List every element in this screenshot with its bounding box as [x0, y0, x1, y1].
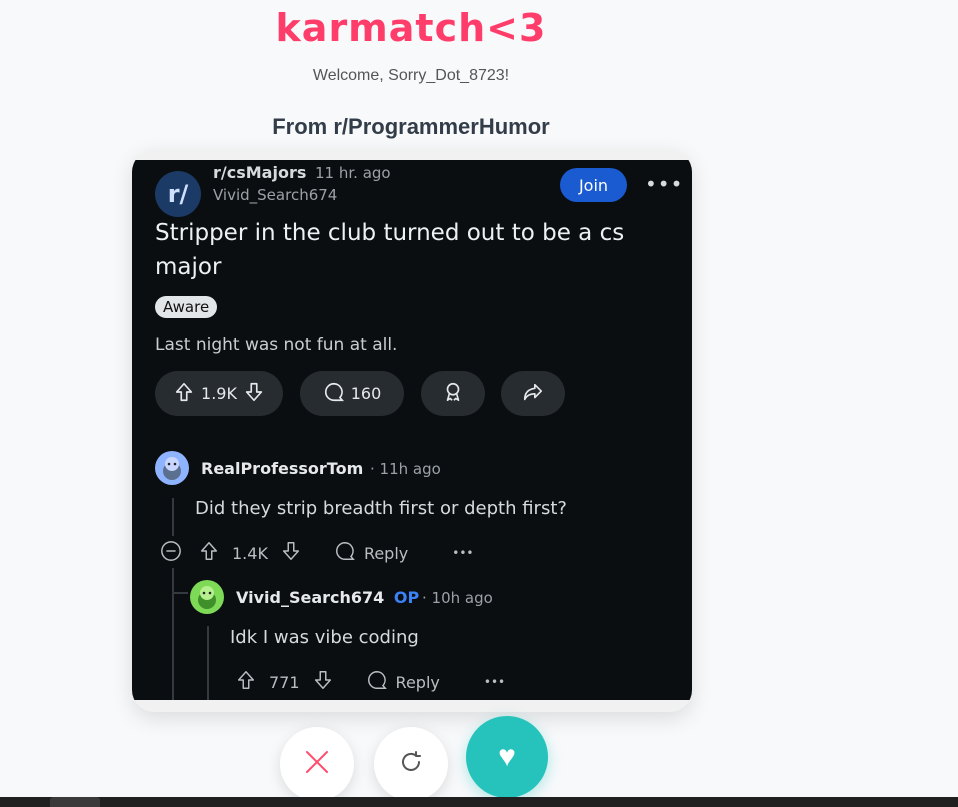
comment-more-icon[interactable]: ••• [452, 546, 473, 560]
app-title: karmatch<3 [275, 6, 547, 50]
reply-text: Idk I was vibe coding [230, 627, 419, 648]
taskbar [0, 797, 958, 807]
reply-button[interactable]: Reply [396, 673, 440, 692]
post-flair: Aware [155, 296, 218, 318]
reply-button[interactable]: Reply [364, 544, 408, 563]
op-badge: OP [393, 588, 420, 607]
vote-bar: 1.9K [155, 371, 283, 416]
downvote-icon[interactable] [312, 669, 334, 695]
more-options-icon[interactable]: ••• [645, 172, 683, 196]
taskbar-item[interactable] [50, 797, 100, 807]
upvote-icon[interactable] [198, 540, 220, 566]
post-body: Last night was not fun at all. [155, 335, 398, 355]
upvote-icon[interactable] [173, 381, 195, 407]
like-button[interactable]: ♥ [466, 716, 548, 798]
reply-time: · 10h ago [422, 589, 493, 607]
thread-connector [172, 592, 188, 594]
thread-line [172, 498, 174, 536]
source-subreddit: From r/ProgrammerHumor [272, 114, 550, 139]
award-button[interactable] [421, 371, 485, 416]
join-button[interactable]: Join [560, 168, 627, 202]
share-button[interactable] [501, 371, 565, 416]
reply-vote-count: 771 [269, 672, 300, 692]
commenter-avatar[interactable] [190, 580, 224, 614]
thread-line [172, 568, 174, 700]
commenter-avatar[interactable] [155, 451, 189, 485]
refresh-button[interactable] [374, 727, 448, 801]
comment-vote-count: 1.4K [232, 543, 268, 563]
reject-button[interactable] [280, 727, 354, 801]
upvote-icon[interactable] [235, 669, 257, 695]
reply-more-icon[interactable]: ••• [484, 675, 505, 689]
subreddit-name[interactable]: r/csMajors [213, 163, 306, 182]
comments-button[interactable]: 160 [300, 371, 404, 416]
post-author[interactable]: Vivid_Search674 [213, 186, 337, 204]
vote-count: 1.9K [201, 384, 237, 403]
reply-author-name[interactable]: Vivid_Search674 [236, 588, 384, 607]
comment-text: Did they strip breadth first or depth fi… [195, 498, 567, 519]
post-screenshot: r/ r/csMajors 11 hr. ago Vivid_Search674… [132, 160, 692, 700]
reply-icon[interactable] [366, 669, 388, 695]
comment-author[interactable]: RealProfessorTom [201, 459, 363, 478]
post-time: 11 hr. ago [315, 164, 391, 182]
award-icon [442, 381, 464, 407]
reply-author[interactable]: Vivid_Search674 OP [236, 588, 419, 607]
downvote-icon[interactable] [243, 381, 265, 407]
reply-icon[interactable] [334, 540, 356, 566]
share-icon [522, 381, 544, 407]
refresh-icon [398, 749, 424, 780]
welcome-text: Welcome, Sorry_Dot_8723! [312, 67, 510, 84]
close-icon [304, 749, 330, 780]
collapse-icon[interactable] [160, 540, 182, 566]
thread-line [207, 626, 209, 700]
comment-icon [323, 381, 345, 407]
reply-actions: 771 Reply ••• [235, 669, 505, 695]
comment-time: · 11h ago [370, 460, 441, 478]
post-title: Stripper in the club turned out to be a … [155, 220, 625, 280]
heart-icon: ♥ [498, 740, 516, 773]
comment-actions: 1.4K Reply ••• [160, 540, 473, 566]
subreddit-icon[interactable]: r/ [155, 171, 201, 217]
downvote-icon[interactable] [280, 540, 302, 566]
comment-count: 160 [350, 384, 382, 403]
post-card[interactable]: r/ r/csMajors 11 hr. ago Vivid_Search674… [132, 150, 692, 712]
